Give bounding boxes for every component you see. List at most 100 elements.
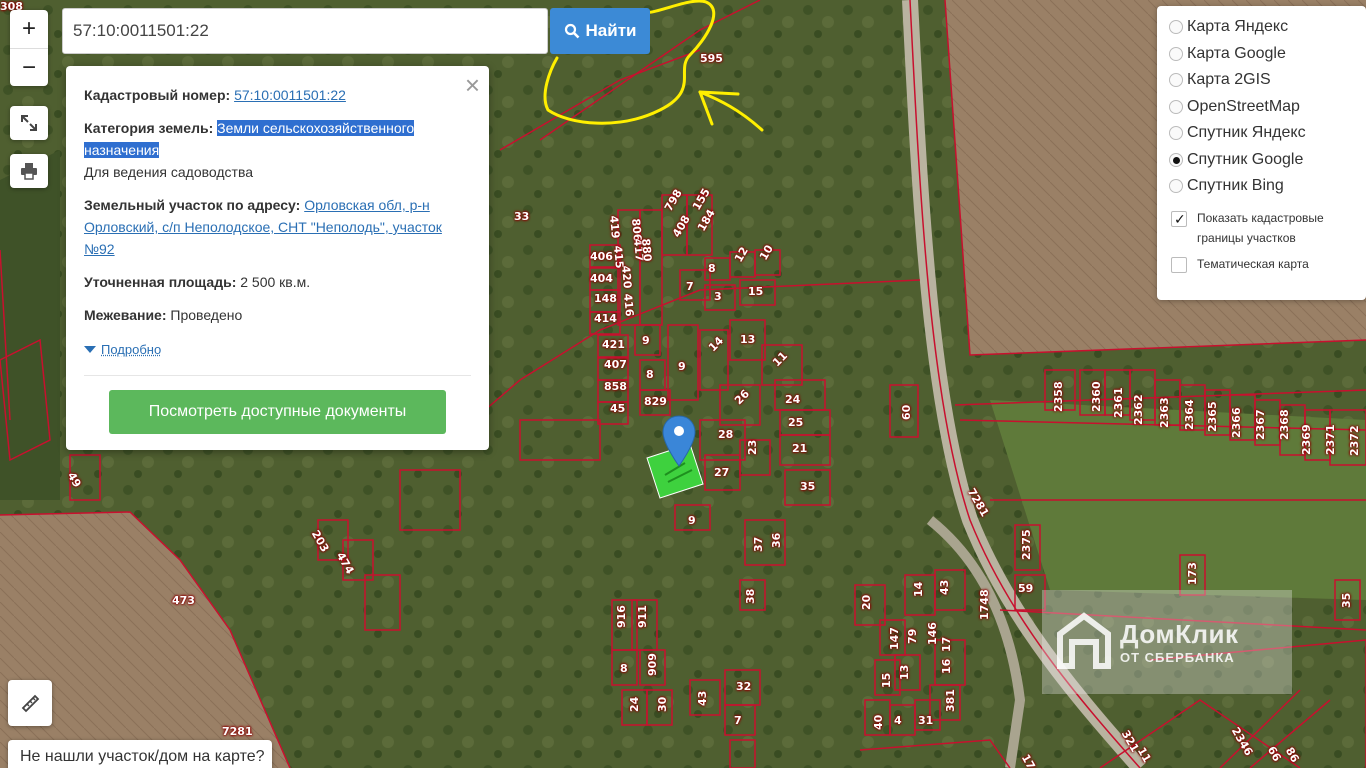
parcel-number-label: 2367 — [1254, 409, 1267, 440]
parcel-number-label: 32 — [736, 680, 752, 693]
parcel-number-label: 406 — [590, 250, 613, 263]
close-icon[interactable]: × — [465, 72, 480, 98]
parcel-number-label: 28 — [718, 428, 734, 441]
parcel-number-label: 31 — [918, 714, 934, 727]
parcel-number-label: 38 — [744, 588, 757, 604]
parcel-number-label: 9 — [688, 514, 696, 527]
parcel-number-label: 79 — [906, 628, 919, 644]
parcel-number-label: 3 — [714, 290, 722, 303]
parcel-number-label: 7 — [686, 280, 694, 293]
parcel-number-label: 25 — [788, 416, 804, 429]
layer-option[interactable]: Карта 2GIS — [1169, 67, 1366, 94]
search-button[interactable]: Найти — [550, 8, 650, 54]
cadastral-number-link[interactable]: 57:10:0011501:22 — [234, 87, 346, 103]
cadastral-number-row: Кадастровый номер: 57:10:0011501:22 — [84, 84, 471, 106]
parcel-number-label: 8 — [620, 662, 628, 675]
parcel-number-label: 13 — [898, 664, 911, 680]
layer-options: Карта Яндекс Карта Google Карта 2GIS OpenSt… — [1169, 14, 1366, 200]
parcel-number-label: 911 — [636, 605, 649, 628]
ruler-icon — [21, 694, 40, 713]
caret-down-icon — [84, 346, 96, 353]
radio-icon[interactable] — [1169, 46, 1183, 61]
layer-option[interactable]: Карта Яндекс — [1169, 14, 1366, 41]
parcel-number-label: 17 — [940, 636, 953, 652]
layer-option-label: Спутник Яндекс — [1187, 124, 1306, 142]
parcel-number-label: 416 — [621, 293, 637, 318]
layer-option-label: OpenStreetMap — [1187, 97, 1300, 115]
zoom-in-button[interactable]: + — [10, 10, 48, 48]
radio-icon[interactable] — [1169, 126, 1183, 141]
parcel-number-label: 20 — [860, 594, 873, 610]
parcel-number-label: 27 — [714, 466, 730, 479]
not-found-link[interactable]: Не нашли участок/дом на карте? — [8, 740, 272, 768]
parcel-number-label: 2360 — [1090, 381, 1103, 412]
measure-button[interactable] — [8, 680, 52, 726]
survey-label: Межевание: — [84, 307, 167, 323]
fullscreen-button[interactable] — [10, 106, 48, 140]
layer-option[interactable]: Спутник Google — [1169, 147, 1366, 174]
domclick-logo-icon — [1057, 612, 1111, 669]
parcel-number-label: 146 — [926, 622, 939, 645]
parcel-number-label: 45 — [610, 402, 626, 415]
parcel-number-label: 421 — [602, 338, 625, 351]
radio-icon[interactable] — [1169, 73, 1183, 88]
parcel-number-label: 2364 — [1183, 399, 1196, 430]
show-borders-toggle[interactable]: Показать кадастровые границы участков — [1169, 208, 1366, 248]
parcel-number-label: 858 — [604, 380, 627, 393]
parcel-number-label: 148 — [594, 292, 617, 305]
parcel-number-label: 15 — [880, 672, 893, 688]
thematic-map-label: Тематическая карта — [1197, 256, 1309, 271]
area-label: Уточненная площадь: — [84, 274, 237, 290]
parcel-number-label: 40 — [872, 714, 885, 730]
radio-icon[interactable] — [1169, 20, 1183, 35]
land-category-label: Категория земель: — [84, 120, 214, 136]
parcel-number-label: 23 — [746, 439, 759, 455]
view-documents-button[interactable]: Посмотреть доступные документы — [109, 389, 446, 434]
details-toggle[interactable]: Подробно — [84, 339, 161, 361]
parcel-number-label: 43 — [696, 690, 709, 706]
parcel-info-card: × Кадастровый номер: 57:10:0011501:22 Ка… — [66, 66, 489, 450]
parcel-number-label: 4 — [894, 714, 902, 727]
layer-option[interactable]: OpenStreetMap — [1169, 94, 1366, 121]
show-borders-label: Показать кадастровые границы участков — [1197, 210, 1324, 245]
thematic-map-toggle[interactable]: Тематическая карта — [1169, 254, 1366, 274]
show-borders-checkbox[interactable] — [1171, 209, 1187, 229]
parcel-number-label: 30 — [656, 696, 669, 712]
cadastral-number-label: Кадастровый номер: — [84, 87, 231, 103]
layer-option[interactable]: Спутник Яндекс — [1169, 120, 1366, 147]
parcel-number-label: 7 — [734, 714, 742, 727]
parcel-number-label: 407 — [604, 358, 627, 371]
parcel-number-label: 916 — [615, 605, 628, 628]
parcel-number-label: 33 — [514, 210, 530, 223]
survey-row: Межевание: Проведено — [84, 304, 471, 326]
parcel-number-label: 2358 — [1052, 381, 1065, 412]
expand-icon — [21, 115, 37, 131]
details-toggle-label: Подробно — [101, 341, 162, 357]
thematic-map-checkbox[interactable] — [1171, 256, 1187, 273]
search-button-label: Найти — [585, 21, 637, 40]
radio-icon[interactable] — [1169, 99, 1183, 114]
layer-option-label: Спутник Bing — [1187, 177, 1284, 195]
search-input[interactable] — [62, 8, 548, 54]
radio-icon[interactable] — [1169, 179, 1183, 194]
survey-value: Проведено — [170, 307, 243, 323]
address-label: Земельный участок по адресу: — [84, 197, 301, 213]
area-value: 2 500 кв.м. — [240, 274, 311, 290]
layer-option[interactable]: Спутник Bing — [1169, 173, 1366, 200]
parcel-number-label: 404 — [590, 272, 613, 285]
map-layers-panel: Карта Яндекс Карта Google Карта 2GIS OpenSt… — [1157, 6, 1366, 300]
parcel-number-label: 473 — [172, 594, 195, 607]
parcel-number-label: 2366 — [1230, 407, 1243, 438]
zoom-out-button[interactable]: − — [10, 48, 48, 86]
radio-icon[interactable] — [1169, 152, 1183, 167]
parcel-number-label: 36 — [770, 532, 783, 548]
print-button[interactable] — [10, 154, 48, 188]
parcel-number-label: 13 — [740, 333, 756, 346]
watermark-sub: ОТ СБЕРБАНКА — [1120, 650, 1235, 665]
parcel-number-label: 16 — [940, 658, 953, 674]
parcel-number-label: 37 — [752, 536, 765, 552]
parcel-number-label: 2369 — [1300, 424, 1313, 455]
parcel-number-label: 909 — [646, 653, 659, 676]
parcel-number-label: 35 — [1340, 592, 1353, 608]
layer-option[interactable]: Карта Google — [1169, 41, 1366, 68]
